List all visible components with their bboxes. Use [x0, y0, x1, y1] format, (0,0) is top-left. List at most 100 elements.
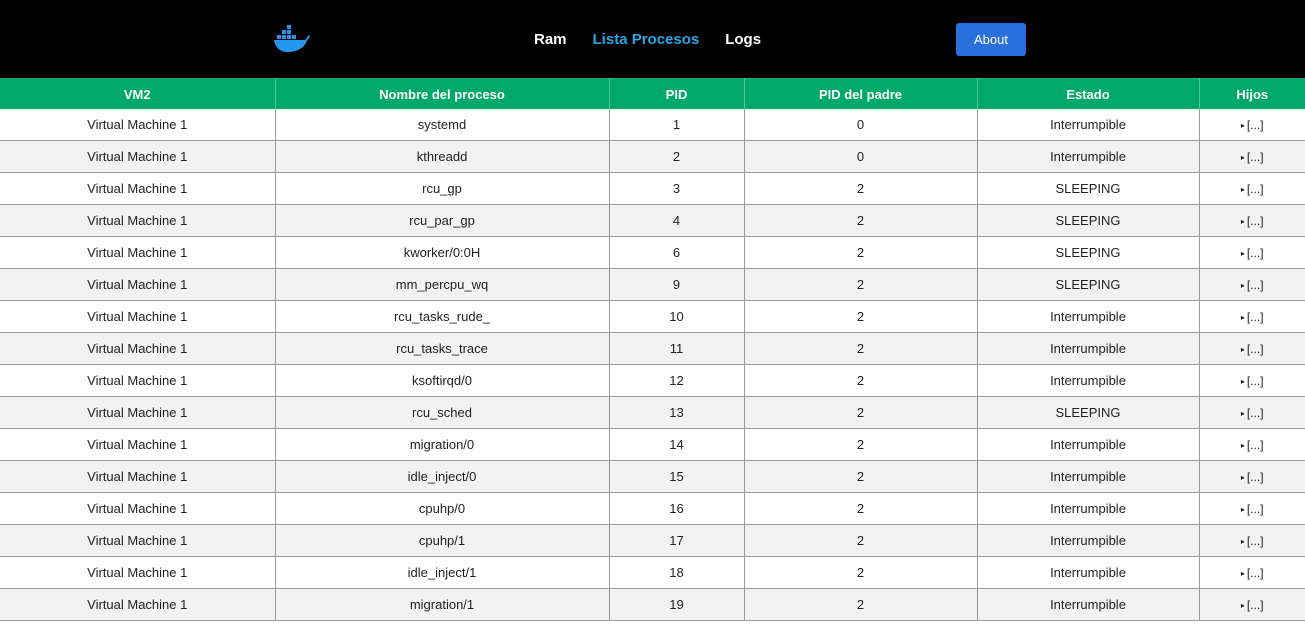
triangle-right-icon: ▸: [1240, 537, 1245, 546]
cell-process-name: migration/1: [275, 588, 610, 621]
cell-vm: Virtual Machine 1: [0, 268, 276, 301]
triangle-right-icon: ▸: [1240, 185, 1245, 194]
cell-parent-pid: 2: [744, 460, 978, 493]
children-toggle-label: [...]: [1246, 182, 1264, 196]
cell-state: Interrumpible: [977, 524, 1200, 557]
cell-state: Interrumpible: [977, 332, 1200, 365]
cell-children: ▸ [...]: [1199, 524, 1305, 557]
cell-state: SLEEPING: [977, 172, 1200, 205]
cell-pid: 16: [609, 492, 745, 525]
children-toggle-label: [...]: [1246, 278, 1264, 292]
cell-parent-pid: 2: [744, 332, 978, 365]
cell-parent-pid: 2: [744, 268, 978, 301]
cell-process-name: kworker/0:0H: [275, 236, 610, 269]
header-state[interactable]: Estado: [977, 78, 1200, 109]
children-toggle[interactable]: ▸ [...]: [1241, 118, 1264, 132]
cell-pid: 19: [609, 588, 745, 621]
nav-link-ram[interactable]: Ram: [534, 30, 567, 50]
children-toggle[interactable]: ▸ [...]: [1241, 246, 1264, 260]
triangle-right-icon: ▸: [1240, 217, 1245, 226]
header-children[interactable]: Hijos: [1199, 78, 1305, 109]
cell-state: Interrumpible: [977, 492, 1200, 525]
cell-children: ▸ [...]: [1199, 172, 1305, 205]
cell-pid: 15: [609, 460, 745, 493]
cell-children: ▸ [...]: [1199, 364, 1305, 397]
triangle-right-icon: ▸: [1240, 441, 1245, 450]
cell-process-name: rcu_sched: [275, 396, 610, 429]
cell-children: ▸ [...]: [1199, 556, 1305, 589]
cell-vm: Virtual Machine 1: [0, 172, 276, 205]
children-toggle[interactable]: ▸ [...]: [1241, 214, 1264, 228]
table-row: Virtual Machine 1 idle_inject/1 18 2 Interru…: [0, 556, 1305, 589]
header-pid[interactable]: PID: [609, 78, 745, 109]
cell-children: ▸ [...]: [1199, 428, 1305, 461]
children-toggle[interactable]: ▸ [...]: [1241, 598, 1264, 612]
triangle-right-icon: ▸: [1240, 473, 1245, 482]
children-toggle[interactable]: ▸ [...]: [1241, 470, 1264, 484]
cell-parent-pid: 2: [744, 300, 978, 333]
triangle-right-icon: ▸: [1240, 409, 1245, 418]
cell-vm: Virtual Machine 1: [0, 396, 276, 429]
children-toggle[interactable]: ▸ [...]: [1241, 502, 1264, 516]
children-toggle-label: [...]: [1246, 150, 1264, 164]
table-header-row: VM2 Nombre del proceso PID PID del padre…: [0, 78, 1305, 109]
cell-pid: 1: [609, 109, 745, 141]
about-button[interactable]: About: [956, 23, 1026, 56]
children-toggle[interactable]: ▸ [...]: [1241, 438, 1264, 452]
cell-children: ▸ [...]: [1199, 588, 1305, 621]
children-toggle[interactable]: ▸ [...]: [1241, 278, 1264, 292]
triangle-right-icon: ▸: [1240, 505, 1245, 514]
cell-parent-pid: 2: [744, 172, 978, 205]
cell-pid: 11: [609, 332, 745, 365]
children-toggle[interactable]: ▸ [...]: [1241, 566, 1264, 580]
header-parent-pid[interactable]: PID del padre: [744, 78, 978, 109]
cell-state: SLEEPING: [977, 204, 1200, 237]
triangle-right-icon: ▸: [1240, 601, 1245, 610]
cell-vm: Virtual Machine 1: [0, 364, 276, 397]
table-row: Virtual Machine 1 rcu_tasks_rude_ 10 2 Inter…: [0, 300, 1305, 333]
table-row: Virtual Machine 1 idle_inject/0 15 2 Interru…: [0, 460, 1305, 493]
triangle-right-icon: ▸: [1240, 345, 1245, 354]
children-toggle-label: [...]: [1246, 246, 1264, 260]
table-row: Virtual Machine 1 rcu_gp 3 2 SLEEPING ▸ [...]: [0, 172, 1305, 205]
cell-parent-pid: 0: [744, 109, 978, 141]
table-row: Virtual Machine 1 rcu_tasks_trace 11 2 Inter…: [0, 332, 1305, 365]
process-table: VM2 Nombre del proceso PID PID del padre…: [0, 78, 1305, 621]
children-toggle[interactable]: ▸ [...]: [1241, 534, 1264, 548]
cell-vm: Virtual Machine 1: [0, 428, 276, 461]
children-toggle-label: [...]: [1246, 502, 1264, 516]
triangle-right-icon: ▸: [1240, 153, 1245, 162]
cell-vm: Virtual Machine 1: [0, 556, 276, 589]
children-toggle-label: [...]: [1246, 470, 1264, 484]
children-toggle[interactable]: ▸ [...]: [1241, 310, 1264, 324]
table-row: Virtual Machine 1 migration/0 14 2 Interrump…: [0, 428, 1305, 461]
cell-children: ▸ [...]: [1199, 492, 1305, 525]
children-toggle[interactable]: ▸ [...]: [1241, 182, 1264, 196]
triangle-right-icon: ▸: [1240, 121, 1245, 130]
cell-pid: 12: [609, 364, 745, 397]
table-row: Virtual Machine 1 cpuhp/1 17 2 Interrumpible…: [0, 524, 1305, 557]
nav-link-logs[interactable]: Logs: [725, 30, 761, 50]
cell-parent-pid: 2: [744, 524, 978, 557]
children-toggle[interactable]: ▸ [...]: [1241, 150, 1264, 164]
header-process-name[interactable]: Nombre del proceso: [275, 78, 610, 109]
triangle-right-icon: ▸: [1240, 313, 1245, 322]
docker-whale-icon[interactable]: [272, 24, 312, 54]
children-toggle[interactable]: ▸ [...]: [1241, 406, 1264, 420]
children-toggle-label: [...]: [1246, 438, 1264, 452]
cell-vm: Virtual Machine 1: [0, 332, 276, 365]
cell-pid: 3: [609, 172, 745, 205]
children-toggle-label: [...]: [1246, 342, 1264, 356]
table-row: Virtual Machine 1 systemd 1 0 Interrumpible ▸…: [0, 109, 1305, 141]
children-toggle[interactable]: ▸ [...]: [1241, 342, 1264, 356]
cell-process-name: migration/0: [275, 428, 610, 461]
cell-state: Interrumpible: [977, 460, 1200, 493]
children-toggle[interactable]: ▸ [...]: [1241, 374, 1264, 388]
cell-children: ▸ [...]: [1199, 460, 1305, 493]
cell-process-name: idle_inject/1: [275, 556, 610, 589]
cell-children: ▸ [...]: [1199, 396, 1305, 429]
header-vm[interactable]: VM2: [0, 78, 276, 109]
cell-vm: Virtual Machine 1: [0, 460, 276, 493]
cell-children: ▸ [...]: [1199, 140, 1305, 173]
nav-link-lista-procesos[interactable]: Lista Procesos: [593, 30, 700, 50]
